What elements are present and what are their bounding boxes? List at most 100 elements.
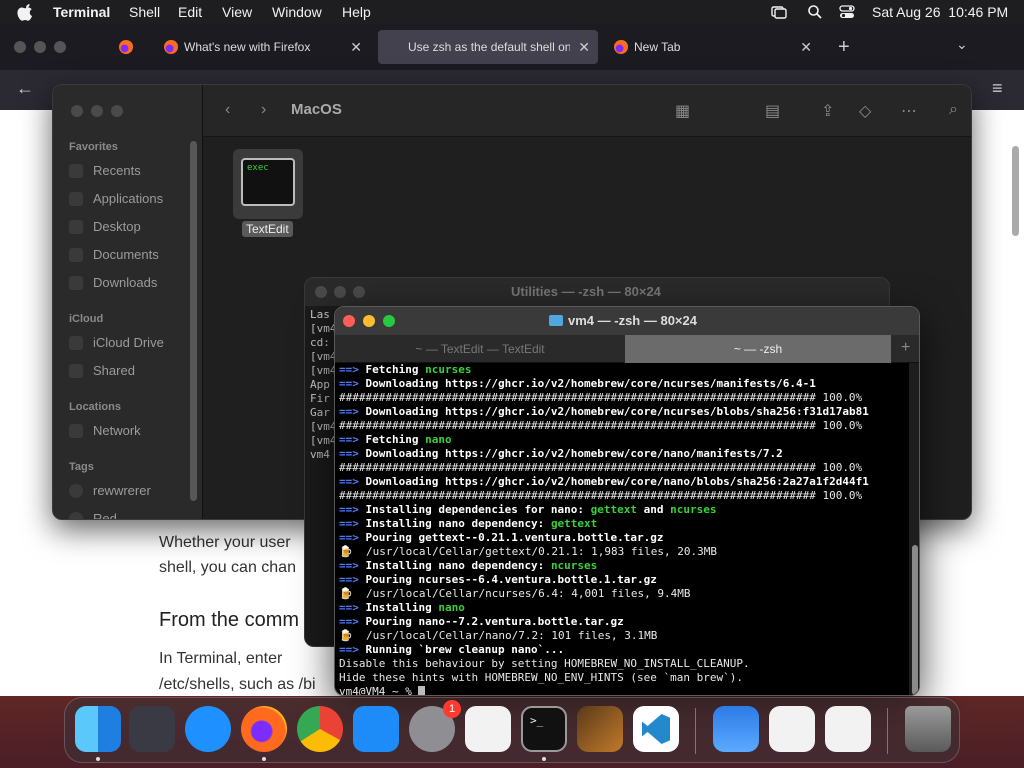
finder-close-button[interactable]	[71, 105, 83, 117]
garageband-icon[interactable]	[577, 706, 623, 752]
page-scrollbar[interactable]	[1012, 146, 1019, 236]
terminal-arrow: ==>	[339, 559, 359, 572]
terminal-zoom-button[interactable]	[383, 315, 395, 327]
back-arrow-icon[interactable]: ←	[16, 78, 34, 99]
terminal-tab-textedit[interactable]: ~ — TextEdit — TextEdit	[335, 335, 625, 363]
terminal-highlight: nano	[425, 433, 452, 446]
sidebar-item-documents[interactable]: Documents	[69, 247, 159, 262]
trash-icon[interactable]	[905, 706, 951, 752]
sidebar-item-tag-red[interactable]: Red	[69, 511, 117, 519]
sidebar-item-applications[interactable]: Applications	[69, 191, 163, 206]
terminal-line: ########################################…	[339, 391, 909, 405]
terminal-text: Downloading https://ghcr.io/v2/homebrew/…	[358, 475, 869, 488]
firefox-favicon-icon	[614, 40, 628, 54]
terminal-close-button[interactable]	[315, 286, 327, 298]
ff-zoom-button[interactable]	[54, 41, 66, 53]
sidebar-scrollbar[interactable]	[190, 141, 197, 501]
terminal-text: Pouring nano--7.2.ventura.bottle.tar.gz	[358, 615, 624, 628]
group-icon[interactable]: ▤	[765, 101, 780, 121]
terminal-arrow: ==>	[339, 503, 359, 516]
forward-chevron-icon[interactable]: ›	[261, 101, 266, 119]
firefox-icon[interactable]	[241, 706, 287, 752]
terminal-close-button[interactable]	[343, 315, 355, 327]
terminal-line: ==> Fetching ncurses	[339, 363, 909, 377]
file-textedit[interactable]: exec	[233, 149, 303, 219]
menu-help[interactable]: Help	[342, 4, 371, 20]
terminal-zoom-button[interactable]	[353, 286, 365, 298]
terminal-line: Fir	[310, 392, 330, 405]
finder-icon[interactable]	[75, 706, 121, 752]
tab-close-icon[interactable]: ✕	[350, 39, 362, 56]
sidebar-item-downloads[interactable]: Downloads	[69, 275, 157, 290]
sidebar-item-recents[interactable]: Recents	[69, 163, 141, 178]
terminal-minimize-button[interactable]	[334, 286, 346, 298]
terminal-line: ==> Fetching nano	[339, 433, 909, 447]
ff-close-button[interactable]	[14, 41, 26, 53]
control-center-icon[interactable]	[839, 4, 855, 20]
tab-use-zsh[interactable]: Use zsh as the default shell on y ✕	[378, 30, 598, 64]
more-actions-icon[interactable]: ⋯	[901, 101, 917, 121]
terminal-line: ==> Downloading https://ghcr.io/v2/homeb…	[339, 475, 909, 489]
tab-new-tab[interactable]: New Tab ✕	[604, 30, 820, 64]
sidebar-item-shared[interactable]: Shared	[69, 363, 135, 378]
vscode-icon[interactable]	[633, 706, 679, 752]
screen-mirroring-icon[interactable]	[771, 4, 787, 20]
app-store-icon[interactable]	[353, 706, 399, 752]
scroll-thumb[interactable]	[912, 545, 918, 695]
terminal-text: ########################################…	[339, 461, 863, 474]
terminal-text: /usr/local/Cellar/ncurses/6.4: 4,001 fil…	[352, 587, 691, 600]
tab-close-icon[interactable]: ✕	[800, 39, 812, 56]
menu-app-terminal[interactable]: Terminal	[53, 4, 110, 20]
terminal-title: Utilities — -zsh — 80×24	[511, 284, 661, 299]
share-icon[interactable]: ⇪	[821, 101, 834, 121]
file-name-label[interactable]: TextEdit	[242, 221, 293, 237]
view-grid-icon[interactable]: ▦	[675, 101, 690, 121]
sidebar-item-tag[interactable]: rewwrerer	[69, 483, 151, 498]
system-settings-icon[interactable]: 1	[409, 700, 461, 752]
list-tabs-chevron-icon[interactable]: ⌄	[956, 36, 968, 53]
new-terminal-tab-plus-icon[interactable]: +	[901, 339, 910, 357]
sidebar-heading-tags: Tags	[69, 461, 94, 473]
chrome-icon[interactable]	[297, 706, 343, 752]
spotlight-search-icon[interactable]	[807, 4, 823, 20]
launchpad-icon[interactable]	[129, 706, 175, 752]
tag-icon[interactable]: ◇	[859, 101, 871, 121]
menu-edit[interactable]: Edit	[178, 4, 202, 20]
textedit-icon[interactable]	[465, 706, 511, 752]
menu-view[interactable]: View	[222, 4, 252, 20]
tab-close-icon[interactable]: ✕	[578, 39, 590, 56]
menu-shell[interactable]: Shell	[129, 4, 160, 20]
firefox-view-icon[interactable]	[119, 40, 133, 54]
terminal-text: /usr/local/Cellar/gettext/0.21.1: 1,983 …	[352, 545, 717, 558]
textedit-icon-2[interactable]	[769, 706, 815, 752]
safari-icon[interactable]	[185, 706, 231, 752]
tab-whats-new[interactable]: What's new with Firefox ✕	[154, 30, 370, 64]
finder-zoom-button[interactable]	[111, 105, 123, 117]
terminal-highlight: gettext	[550, 517, 598, 530]
finder-minimize-button[interactable]	[91, 105, 103, 117]
textedit-icon-3[interactable]	[825, 706, 871, 752]
terminal-output[interactable]: ==> Fetching ncurses ==> Downloading http…	[335, 363, 909, 695]
menu-clock[interactable]: Sat Aug 26 10:46 PM	[872, 4, 1008, 20]
sidebar-item-icloud-drive[interactable]: iCloud Drive	[69, 335, 164, 350]
terminal-line: cd:	[310, 336, 330, 349]
weather-icon[interactable]	[713, 706, 759, 752]
terminal-tab-zsh[interactable]: ~ — -zsh	[625, 335, 891, 363]
terminal-minimize-button[interactable]	[363, 315, 375, 327]
terminal-icon[interactable]: >_	[521, 706, 567, 752]
page-text-line: shell, you can chan	[159, 559, 296, 576]
back-chevron-icon[interactable]: ‹	[225, 101, 230, 119]
terminal-line: ==> Installing nano dependency: gettext	[339, 517, 909, 531]
sidebar-item-network[interactable]: Network	[69, 423, 141, 438]
apple-menu-icon[interactable]	[17, 3, 33, 21]
search-icon[interactable]: ⌕	[949, 101, 958, 119]
running-indicator	[542, 757, 546, 761]
sidebar-item-desktop[interactable]: Desktop	[69, 219, 141, 234]
new-tab-plus-icon[interactable]: +	[838, 36, 850, 59]
terminal-scrollbar[interactable]	[909, 363, 919, 695]
menu-window[interactable]: Window	[272, 4, 322, 20]
tab-label: Use zsh as the default shell on y	[408, 40, 570, 54]
hamburger-menu-icon[interactable]: ≡	[992, 78, 1003, 99]
finder-sidebar: Favorites Recents Applications Desktop D…	[53, 85, 203, 519]
ff-minimize-button[interactable]	[34, 41, 46, 53]
